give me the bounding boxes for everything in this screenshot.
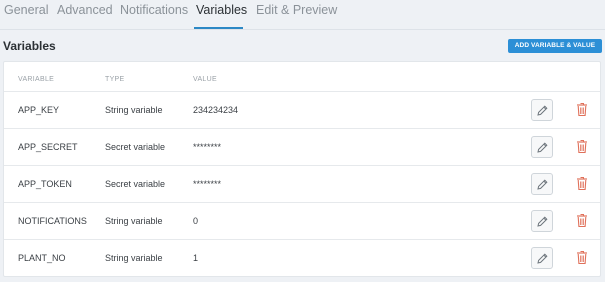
variable-value: 234234234 (193, 105, 239, 115)
variable-value: 0 (193, 216, 199, 226)
tab-edit-preview[interactable]: Edit & Preview (256, 3, 337, 17)
table-row-plant-no: PLANT_NO String variable 1 (4, 240, 600, 277)
pencil-icon (537, 253, 548, 264)
pencil-icon (537, 179, 548, 190)
edit-button[interactable] (531, 99, 553, 121)
tab-notifications[interactable]: Notifications (120, 3, 188, 17)
table-row-app-key: APP_KEY String variable 234234234 (4, 92, 600, 129)
variable-value: ******** (193, 142, 222, 152)
table-row-notifications: NOTIFICATIONS String variable 0 (4, 203, 600, 240)
section-title: Variables (3, 39, 56, 53)
delete-button[interactable] (576, 213, 588, 228)
pencil-icon (537, 216, 548, 227)
trash-icon (577, 140, 587, 154)
trash-icon (577, 251, 587, 265)
variable-type: String variable (105, 105, 163, 115)
add-variable-button[interactable]: ADD VARIABLE & VALUE (508, 39, 602, 53)
variable-name: NOTIFICATIONS (18, 216, 87, 226)
variable-type: String variable (105, 216, 163, 226)
variable-name: APP_TOKEN (18, 179, 72, 189)
trash-icon (577, 103, 587, 117)
variable-value: ******** (193, 179, 222, 189)
pencil-icon (537, 142, 548, 153)
variables-table: VARIABLE TYPE VALUE APP_KEY String varia… (3, 61, 601, 277)
pencil-icon (537, 105, 548, 116)
table-header: VARIABLE TYPE VALUE (4, 62, 600, 92)
edit-button[interactable] (531, 210, 553, 232)
variable-name: APP_SECRET (18, 142, 78, 152)
active-tab-indicator (194, 27, 243, 29)
trash-icon (577, 214, 587, 228)
column-header-variable: VARIABLE (18, 76, 55, 83)
variable-type: Secret variable (105, 179, 166, 189)
tab-advanced[interactable]: Advanced (57, 3, 113, 17)
delete-button[interactable] (576, 102, 588, 117)
variable-name: APP_KEY (18, 105, 60, 115)
delete-button[interactable] (576, 250, 588, 265)
trash-icon (577, 177, 587, 191)
table-row-app-token: APP_TOKEN Secret variable ******** (4, 166, 600, 203)
variable-type: Secret variable (105, 142, 166, 152)
edit-button[interactable] (531, 136, 553, 158)
column-header-value: VALUE (193, 76, 217, 83)
tab-general[interactable]: General (4, 3, 48, 17)
tab-variables[interactable]: Variables (196, 3, 247, 17)
column-header-type: TYPE (105, 76, 125, 83)
variable-type: String variable (105, 253, 163, 263)
edit-button[interactable] (531, 173, 553, 195)
delete-button[interactable] (576, 139, 588, 154)
table-row-app-secret: APP_SECRET Secret variable ******** (4, 129, 600, 166)
variable-value: 1 (193, 253, 199, 263)
variable-name: PLANT_NO (18, 253, 66, 263)
delete-button[interactable] (576, 176, 588, 191)
tab-bar: General Advanced Notifications Variables… (0, 0, 605, 30)
edit-button[interactable] (531, 247, 553, 269)
